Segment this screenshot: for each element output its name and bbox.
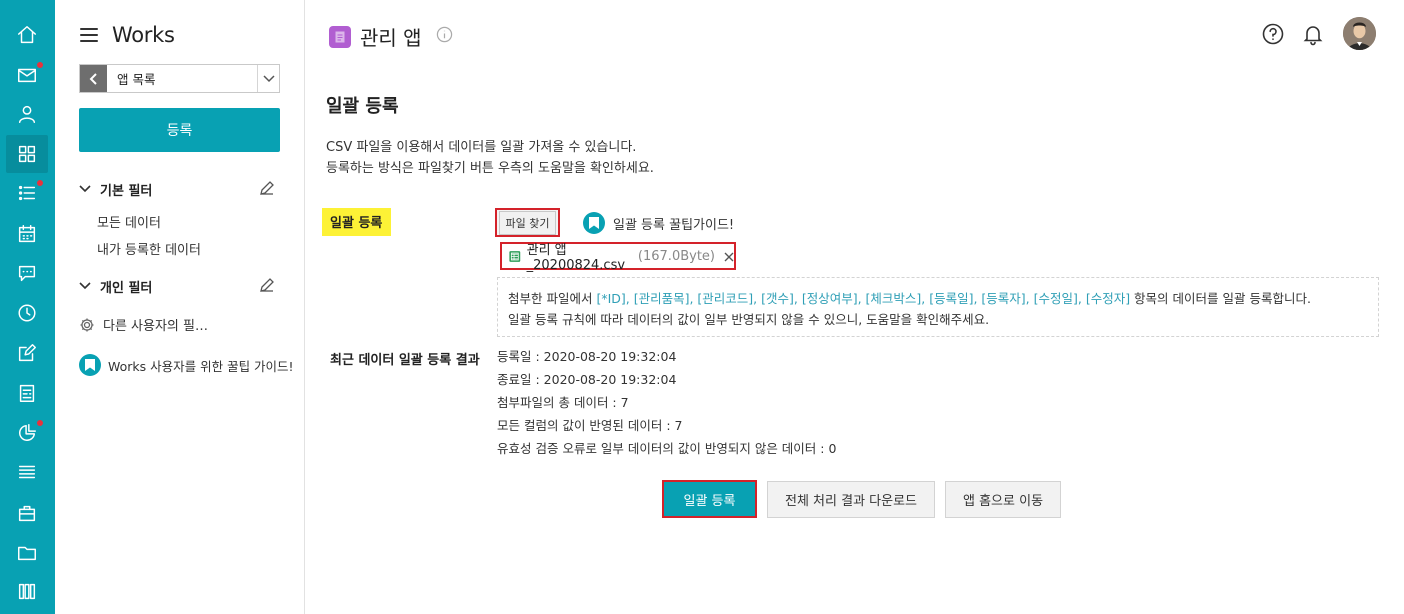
other-users-filter[interactable]: 다른 사용자의 필… bbox=[79, 315, 208, 334]
personal-filter-header[interactable]: 개인 필터 bbox=[79, 276, 275, 296]
building-icon[interactable] bbox=[6, 572, 48, 610]
bookmark-icon bbox=[583, 212, 605, 234]
result-item: 첨부파일의 총 데이터 : 7 bbox=[497, 395, 629, 410]
other-users-filter-label: 다른 사용자의 필… bbox=[103, 319, 208, 334]
pencil-icon[interactable] bbox=[259, 277, 275, 293]
avatar[interactable] bbox=[1343, 17, 1376, 50]
result-item: 종료일 : 2020-08-20 19:32:04 bbox=[497, 372, 677, 387]
action-bar: 일괄 등록 전체 처리 결과 다운로드 앱 홈으로 이동 bbox=[662, 480, 1062, 518]
chevron-down-icon bbox=[79, 282, 91, 290]
app-header: 관리 앱 bbox=[329, 22, 453, 51]
stack-icon[interactable] bbox=[6, 453, 48, 491]
notification-dot bbox=[37, 420, 43, 426]
description-line: CSV 파일을 이용해서 데이터를 일괄 가져올 수 있습니다. bbox=[326, 140, 637, 155]
app-list-select-label: 앱 목록 bbox=[117, 72, 156, 87]
side-panel: Works 앱 목록 등록 기본 필터 모든 데이터 내가 등록한 데이터 개인… bbox=[55, 0, 305, 614]
icon-rail bbox=[0, 0, 55, 614]
description-line: 등록하는 방식은 파일찾기 버튼 우측의 도움말을 확인하세요. bbox=[326, 161, 654, 176]
bell-icon[interactable] bbox=[1301, 22, 1325, 46]
close-icon[interactable] bbox=[724, 251, 734, 262]
pencil-icon[interactable] bbox=[259, 180, 275, 196]
folder-icon[interactable] bbox=[6, 534, 48, 572]
person-icon[interactable] bbox=[6, 95, 48, 133]
notification-dot bbox=[37, 180, 43, 186]
bookmark-icon bbox=[79, 354, 101, 376]
notice-suffix: 항목의 데이터를 일괄 등록합니다. bbox=[1130, 291, 1311, 306]
find-file-button[interactable]: 파일 찾기 bbox=[495, 208, 560, 237]
basic-filter-header[interactable]: 기본 필터 bbox=[79, 179, 275, 199]
result-item: 등록일 : 2020-08-20 19:32:04 bbox=[497, 349, 677, 364]
spreadsheet-icon bbox=[509, 250, 521, 262]
notice-line: 일괄 등록 규칙에 따라 데이터의 값이 일부 반영되지 않을 수 있으니, 도… bbox=[508, 312, 990, 327]
personal-filter-title: 개인 필터 bbox=[100, 280, 153, 296]
bulk-register-button[interactable]: 일괄 등록 bbox=[662, 480, 757, 518]
home-icon[interactable] bbox=[6, 16, 48, 54]
edit-note-icon[interactable] bbox=[6, 334, 48, 372]
chat-icon[interactable] bbox=[6, 254, 48, 292]
menu-icon[interactable] bbox=[80, 28, 98, 42]
filter-my-data[interactable]: 내가 등록한 데이터 bbox=[97, 239, 201, 258]
basic-filter-title: 기본 필터 bbox=[100, 183, 153, 199]
brand: Works bbox=[80, 22, 175, 48]
file-size: (167.0Byte) bbox=[637, 248, 715, 264]
recent-result-list: 등록일 : 2020-08-20 19:32:04 종료일 : 2020-08-… bbox=[497, 345, 836, 460]
page-title: 관리 앱 bbox=[360, 26, 422, 50]
list-icon[interactable] bbox=[6, 174, 48, 212]
clock-icon[interactable] bbox=[6, 294, 48, 332]
header-actions bbox=[1245, 17, 1376, 50]
app-icon bbox=[329, 25, 351, 48]
bulk-register-label: 일괄 등록 bbox=[322, 208, 392, 236]
section-heading: 일괄 등록 bbox=[326, 96, 399, 117]
filter-all-data[interactable]: 모든 데이터 bbox=[97, 212, 161, 231]
notice-prefix: 첨부한 파일에서 bbox=[508, 291, 597, 306]
gear-icon bbox=[80, 318, 94, 331]
brand-name: Works bbox=[112, 23, 175, 47]
result-item: 유효성 검증 오류로 일부 데이터의 값이 반영되지 않은 데이터 : 0 bbox=[497, 441, 837, 456]
attached-file: 관리 앱_20200824.csv (167.0Byte) bbox=[500, 242, 736, 273]
find-file-button-label: 파일 찾기 bbox=[498, 210, 557, 235]
bulk-tip-guide[interactable]: 일괄 등록 꿀팁가이드! bbox=[583, 212, 734, 234]
chevron-left-icon bbox=[89, 72, 97, 85]
main-content: 관리 앱 일괄 등록 CSV 파일을 이용해서 데이터를 일괄 가져올 수 있습… bbox=[305, 0, 1404, 614]
back-button[interactable] bbox=[80, 65, 107, 92]
chevron-down-icon[interactable] bbox=[257, 65, 279, 92]
works-tip-label: Works 사용자를 위한 꿀팁 가이드! bbox=[108, 358, 294, 374]
help-icon[interactable] bbox=[1261, 22, 1285, 46]
chevron-down-icon bbox=[79, 185, 91, 193]
form-icon[interactable] bbox=[6, 374, 48, 412]
result-item: 모든 컬럼의 값이 반영된 데이터 : 7 bbox=[497, 418, 683, 433]
works-tip-guide[interactable]: Works 사용자를 위한 꿀팁 가이드! bbox=[79, 354, 294, 376]
briefcase-icon[interactable] bbox=[6, 494, 48, 532]
notification-dot bbox=[37, 62, 43, 68]
go-app-home-button[interactable]: 앱 홈으로 이동 bbox=[945, 480, 1062, 518]
info-icon[interactable] bbox=[436, 26, 453, 47]
pie-chart-icon[interactable] bbox=[6, 414, 48, 452]
file-name: 관리 앱_20200824.csv bbox=[526, 243, 626, 273]
calendar-icon[interactable] bbox=[6, 215, 48, 253]
app-list-select[interactable]: 앱 목록 bbox=[79, 64, 280, 93]
bulk-tip-guide-label: 일괄 등록 꿀팁가이드! bbox=[613, 217, 735, 233]
register-button[interactable]: 등록 bbox=[79, 108, 280, 152]
recent-result-label: 최근 데이터 일괄 등록 결과 bbox=[330, 353, 480, 368]
bulk-notice: 첨부한 파일에서 [*ID], [관리품목], [관리코드], [갯수], [정… bbox=[497, 277, 1379, 337]
apps-grid-icon[interactable] bbox=[6, 135, 48, 173]
notice-line: 첨부한 파일에서 [*ID], [관리품목], [관리코드], [갯수], [정… bbox=[508, 288, 1378, 309]
mail-icon[interactable] bbox=[6, 56, 48, 94]
notice-fields: [*ID], [관리품목], [관리코드], [갯수], [정상여부], [체크… bbox=[596, 291, 1131, 306]
download-results-button[interactable]: 전체 처리 결과 다운로드 bbox=[767, 480, 935, 518]
description: CSV 파일을 이용해서 데이터를 일괄 가져올 수 있습니다. 등록하는 방식… bbox=[326, 137, 654, 179]
